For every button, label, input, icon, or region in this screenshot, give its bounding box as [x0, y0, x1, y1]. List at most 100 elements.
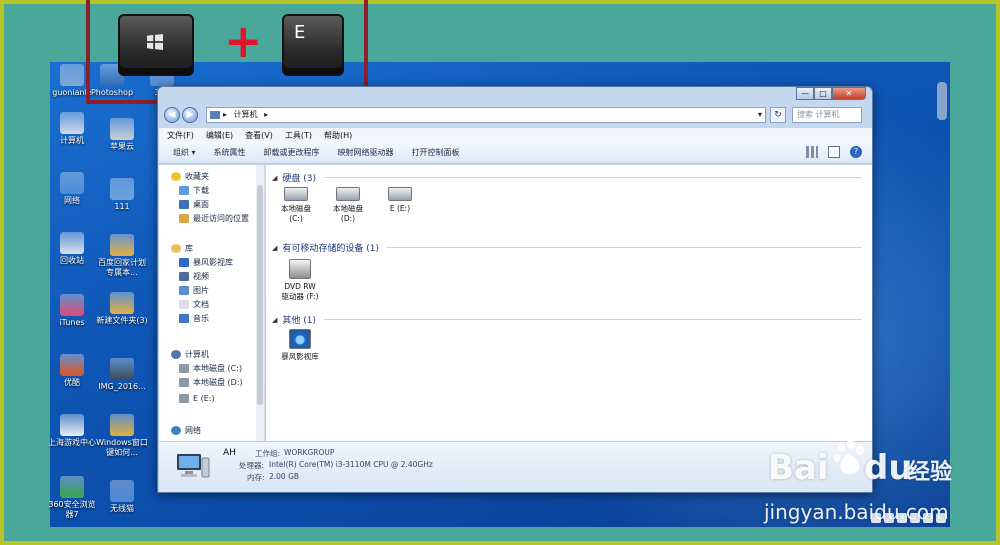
- desktop-icon[interactable]: 360安全浏览器7: [46, 476, 98, 520]
- address-path[interactable]: 计算机: [234, 110, 258, 119]
- menu-help[interactable]: 帮助(H): [324, 130, 352, 141]
- map-network-drive-button[interactable]: 映射网络驱动器: [338, 147, 394, 158]
- search-input[interactable]: 搜索 计算机: [792, 107, 862, 123]
- desktop-icon[interactable]: 网络: [46, 172, 98, 206]
- desktop-icon[interactable]: 新建文件夹(3): [96, 292, 148, 326]
- nav-item-label: 本地磁盘 (C:): [193, 363, 243, 373]
- desktop-icon[interactable]: 无线猫: [96, 480, 148, 514]
- nav-item-label: 下载: [193, 185, 209, 195]
- view-options-icon[interactable]: [806, 146, 818, 158]
- collapse-icon[interactable]: ◢: [272, 316, 277, 324]
- help-icon[interactable]: ?: [850, 146, 862, 158]
- nav-item[interactable]: 图片: [179, 283, 209, 297]
- open-control-panel-button[interactable]: 打开控制面板: [412, 147, 460, 158]
- back-button[interactable]: ◀: [164, 107, 180, 123]
- nav-group[interactable]: 网络: [171, 423, 201, 437]
- media-library-icon: [289, 329, 311, 349]
- group-title: 硬盘 (3): [282, 174, 317, 184]
- address-bar[interactable]: ▸ 计算机 ▸ ▾: [206, 107, 766, 123]
- nav-scroll-thumb[interactable]: [257, 185, 263, 405]
- nav-group[interactable]: 收藏夹: [171, 169, 209, 183]
- drive-item[interactable]: 暴风影视库: [276, 329, 324, 362]
- desktop-icon[interactable]: 上海游戏中心: [46, 414, 98, 448]
- system-properties-button[interactable]: 系统属性: [214, 147, 246, 158]
- drive-item[interactable]: 本地磁盘 (D:): [324, 187, 372, 224]
- desktop-icon[interactable]: 优酷: [46, 354, 98, 388]
- nav-item[interactable]: 文档: [179, 297, 209, 311]
- desktop-icon[interactable]: Windows窗口键如何...: [96, 414, 148, 458]
- refresh-button[interactable]: ↻: [770, 107, 786, 123]
- nav-item[interactable]: E (E:): [179, 391, 215, 405]
- window-controls: — □ ✕: [796, 87, 866, 100]
- paw-icon: [833, 439, 864, 474]
- plus-sign: +: [224, 14, 263, 68]
- nav-item[interactable]: 本地磁盘 (D:): [179, 375, 243, 389]
- drive-label: 本地磁盘: [281, 204, 311, 213]
- nav-scrollbar[interactable]: [256, 165, 264, 441]
- workgroup-label: 工作组:: [255, 449, 281, 458]
- nav-item[interactable]: 桌面: [179, 197, 209, 211]
- nav-item[interactable]: 本地磁盘 (C:): [179, 361, 242, 375]
- group-header[interactable]: ◢ 硬盘 (3): [272, 171, 862, 184]
- drive-sublabel: (C:): [289, 214, 303, 223]
- nav-item-label: 桌面: [193, 199, 209, 209]
- nav-item[interactable]: 下载: [179, 183, 209, 197]
- collapse-icon[interactable]: ◢: [272, 244, 277, 252]
- nav-item[interactable]: 暴风影视库: [179, 255, 233, 269]
- desktop-icon-label: IMG_2016...: [98, 382, 146, 391]
- group-header[interactable]: ◢ 有可移动存储的设备 (1): [272, 241, 862, 254]
- nav-group-icon: [171, 243, 181, 253]
- desktop-app-icon: [110, 358, 134, 380]
- hard-drive-icon: [388, 187, 412, 201]
- desktop-icon-label: iTunes: [59, 318, 85, 327]
- drive-item[interactable]: DVD RW 驱动器 (F:): [276, 259, 324, 302]
- desktop-icon[interactable]: 百度回家计划专属本...: [96, 234, 148, 278]
- nav-item-label: 文档: [193, 299, 209, 309]
- nav-item-label: E (E:): [193, 393, 215, 403]
- minimize-button[interactable]: —: [796, 87, 814, 100]
- forward-button[interactable]: ▶: [182, 107, 198, 123]
- workgroup-value: WORKGROUP: [284, 448, 335, 457]
- uninstall-program-button[interactable]: 卸载或更改程序: [264, 147, 320, 158]
- desktop-app-icon: [110, 234, 134, 256]
- nav-item-icon: [179, 377, 189, 387]
- nav-item[interactable]: 音乐: [179, 311, 209, 325]
- menu-file[interactable]: 文件(F): [167, 130, 194, 141]
- address-separator[interactable]: ▸: [264, 110, 268, 119]
- close-button[interactable]: ✕: [832, 87, 866, 100]
- desktop-icon-label: 111: [114, 202, 130, 211]
- maximize-button[interactable]: □: [814, 87, 832, 100]
- collapse-icon[interactable]: ◢: [272, 174, 277, 182]
- menu-tools[interactable]: 工具(T): [285, 130, 312, 141]
- nav-item-label: 视频: [193, 271, 209, 281]
- desktop-app-icon: [60, 64, 84, 86]
- drive-item[interactable]: 本地磁盘 (C:): [272, 187, 320, 224]
- group-header[interactable]: ◢ 其他 (1): [272, 313, 862, 326]
- desktop-icon[interactable]: 计算机: [46, 112, 98, 146]
- nav-group[interactable]: 库: [171, 241, 193, 255]
- hard-drive-icon: [284, 187, 308, 201]
- organize-button[interactable]: 组织 ▾: [173, 147, 196, 158]
- nav-item[interactable]: 视频: [179, 269, 209, 283]
- desktop-icon[interactable]: iTunes: [46, 294, 98, 328]
- menu-view[interactable]: 查看(V): [245, 130, 273, 141]
- nav-item[interactable]: 最近访问的位置: [179, 211, 249, 225]
- desktop-app-icon: [60, 172, 84, 194]
- preview-pane-icon[interactable]: [828, 146, 840, 158]
- nav-item-icon: [179, 285, 189, 295]
- nav-group[interactable]: 计算机: [171, 347, 209, 361]
- address-dropdown-icon[interactable]: ▾: [758, 108, 762, 122]
- title-bar[interactable]: — □ ✕: [158, 87, 872, 103]
- memory-label: 内存:: [247, 473, 265, 482]
- menu-edit[interactable]: 编辑(E): [206, 130, 233, 141]
- nav-item-icon: [179, 185, 189, 195]
- desktop-icon[interactable]: 回收站: [46, 232, 98, 266]
- desktop-icon[interactable]: IMG_2016...: [96, 358, 148, 392]
- desktop-app-icon: [110, 480, 134, 502]
- nav-item-label: 本地磁盘 (D:): [193, 377, 243, 387]
- desktop-icon[interactable]: 111: [96, 178, 148, 212]
- desktop-app-icon: [60, 414, 84, 436]
- drive-item[interactable]: E (E:): [376, 187, 424, 214]
- desktop-icon[interactable]: 苹果云: [96, 118, 148, 152]
- dvd-drive-icon: [289, 259, 311, 279]
